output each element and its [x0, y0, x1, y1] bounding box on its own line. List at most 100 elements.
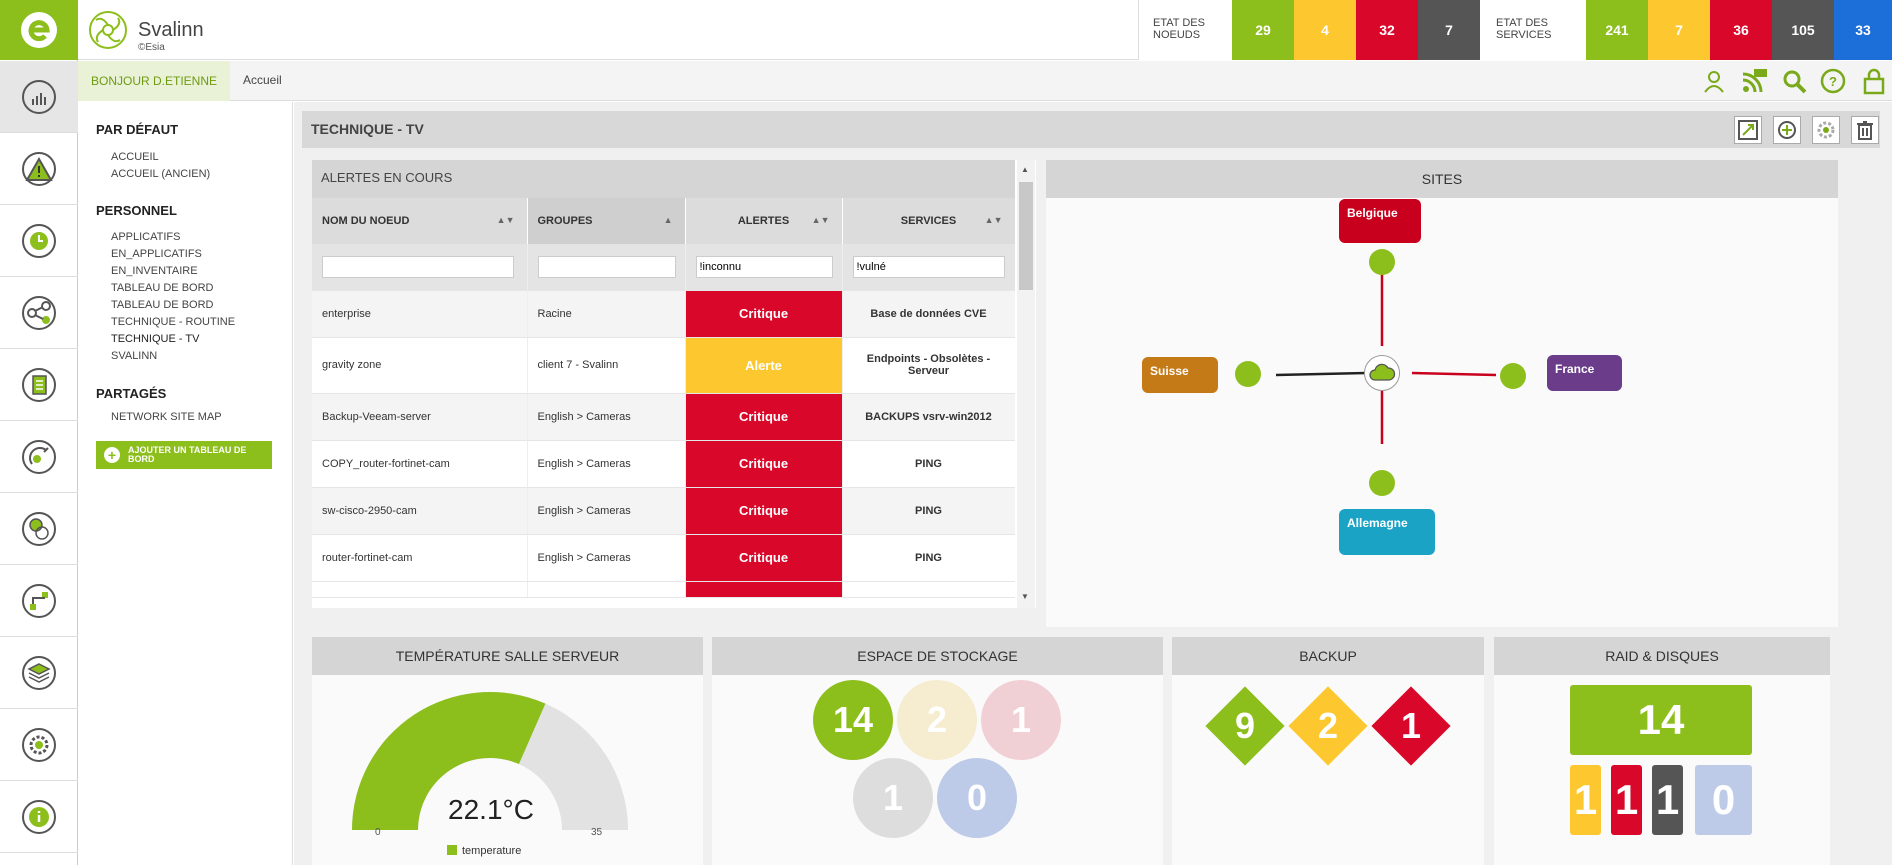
- raid-status-box[interactable]: 1: [1652, 765, 1683, 835]
- filter-services-input[interactable]: [852, 255, 1005, 278]
- column-header-services[interactable]: SERVICES ▲▼: [842, 198, 1015, 244]
- nav-info[interactable]: [0, 781, 78, 853]
- raid-status-box[interactable]: 0: [1695, 765, 1752, 835]
- dashboard-link[interactable]: NETWORK SITE MAP: [111, 411, 222, 423]
- service-state-count[interactable]: 105: [1772, 0, 1834, 60]
- breadcrumb[interactable]: Accueil: [243, 73, 282, 87]
- column-header-alerts[interactable]: ALERTES ▲▼: [685, 198, 843, 244]
- add-dashboard-button[interactable]: + AJOUTER UN TABLEAU DE BORD: [96, 441, 272, 469]
- settings-gear-icon[interactable]: [1812, 116, 1840, 144]
- dashboard-link[interactable]: EN_APPLICATIFS: [111, 248, 202, 260]
- nav-document[interactable]: [0, 349, 78, 421]
- dashboard-link[interactable]: TABLEAU DE BORD: [111, 299, 214, 311]
- node-name-cell: COPY_router-fortinet-cam: [312, 440, 528, 488]
- filter-alerts-input[interactable]: [695, 255, 833, 278]
- dashboard-title: TECHNIQUE - TV: [311, 121, 424, 137]
- help-icon[interactable]: ?: [1816, 65, 1850, 97]
- scrollbar-thumb[interactable]: [1019, 182, 1033, 290]
- storage-status-bubble[interactable]: 2: [897, 680, 977, 760]
- alert-row[interactable]: COPY_router-fortinet-cam English > Camera…: [312, 440, 1015, 488]
- column-header-groups[interactable]: GROUPES ▲: [527, 198, 686, 244]
- alert-row[interactable]: gravity zone client 7 - Svalinn Alerte Endp…: [312, 337, 1015, 394]
- node-state-count[interactable]: 29: [1232, 0, 1294, 60]
- alert-row[interactable]: enterprise Racine Critique Base de données …: [312, 290, 1015, 338]
- gauge-legend: temperature: [462, 845, 522, 857]
- nav-history[interactable]: [0, 205, 78, 277]
- delete-trash-icon[interactable]: [1851, 116, 1879, 144]
- dashboard-link[interactable]: TECHNIQUE - ROUTINE: [111, 316, 235, 328]
- default-section-title: PAR DÉFAUT: [96, 122, 179, 137]
- storage-widget-title: ESPACE DE STOCKAGE: [712, 637, 1163, 675]
- site-belgique[interactable]: Belgique: [1339, 199, 1421, 243]
- add-widget-icon[interactable]: [1773, 116, 1801, 144]
- alert-status-badge: Critique: [685, 534, 843, 582]
- lock-icon[interactable]: [1857, 65, 1891, 97]
- dashboard-link[interactable]: TECHNIQUE - TV: [111, 333, 199, 345]
- alert-row[interactable]: sw-cisco-2950-cam English > Cameras Critiq…: [312, 487, 1015, 535]
- filter-groups-input[interactable]: [537, 255, 676, 278]
- backup-widget-title: BACKUP: [1172, 637, 1484, 675]
- alert-row[interactable]: Backup-Veeam-server English > Cameras Crit…: [312, 393, 1015, 441]
- raid-status-box[interactable]: 1: [1611, 765, 1642, 835]
- site-france-status[interactable]: [1500, 363, 1526, 389]
- nav-dashboard[interactable]: [0, 61, 78, 133]
- filter-node-input[interactable]: [322, 255, 515, 278]
- service-state-count[interactable]: 36: [1710, 0, 1772, 60]
- dashboard-link[interactable]: SVALINN: [111, 350, 157, 362]
- esia-logo[interactable]: [0, 0, 78, 60]
- layers-icon: [22, 655, 56, 690]
- alerts-table-container[interactable]: NOM DU NOEUD ▲▼ GROUPES ▲ ALERTES ▲▼ SERVIC…: [312, 198, 1015, 608]
- scroll-up-icon[interactable]: ▲: [1021, 165, 1029, 174]
- site-allemagne-status[interactable]: [1369, 470, 1395, 496]
- scroll-down-icon[interactable]: ▼: [1021, 592, 1029, 601]
- nav-settings[interactable]: [0, 709, 78, 781]
- sites-widget-title: SITES: [1046, 160, 1838, 198]
- alert-row[interactable]: router-fortinet-cam English > Cameras Crit…: [312, 534, 1015, 582]
- sort-asc-icon: ▲: [663, 215, 673, 225]
- nav-share[interactable]: [0, 277, 78, 349]
- dashboard-link[interactable]: ACCUEIL (ANCIEN): [111, 168, 210, 180]
- cloud-icon[interactable]: [1364, 355, 1400, 391]
- raid-status-box[interactable]: 1: [1570, 765, 1601, 835]
- dashboard-link[interactable]: EN_INVENTAIRE: [111, 265, 198, 277]
- dashboard-link[interactable]: APPLICATIFS: [111, 231, 180, 243]
- sort-icon: ▲▼: [496, 215, 515, 225]
- site-suisse-status[interactable]: [1235, 361, 1261, 387]
- dashboard-link[interactable]: TABLEAU DE BORD: [111, 282, 214, 294]
- user-profile-icon[interactable]: [1697, 65, 1731, 97]
- raid-widget-title: RAID & DISQUES: [1494, 637, 1830, 675]
- service-state-count[interactable]: 7: [1648, 0, 1710, 60]
- history-icon: [22, 223, 56, 258]
- site-allemagne[interactable]: Allemagne: [1339, 509, 1435, 555]
- node-state-count[interactable]: 32: [1356, 0, 1418, 60]
- service-state-count[interactable]: 241: [1586, 0, 1648, 60]
- site-france[interactable]: France: [1547, 355, 1622, 391]
- nav-network[interactable]: [0, 493, 78, 565]
- user-greeting[interactable]: BONJOUR D.ETIENNE: [78, 61, 230, 101]
- raid-ok-count[interactable]: 14: [1570, 685, 1752, 755]
- storage-status-bubble[interactable]: 14: [813, 680, 893, 760]
- personal-section-title: PERSONNEL: [96, 203, 177, 218]
- service-state-count[interactable]: 33: [1834, 0, 1892, 60]
- node-state-count[interactable]: 7: [1418, 0, 1480, 60]
- site-suisse[interactable]: Suisse: [1142, 357, 1218, 393]
- service-cell: Endpoints - Obsolètes - Serveur: [842, 337, 1015, 394]
- storage-status-bubble[interactable]: 1: [853, 758, 933, 838]
- app-subtitle: ©Esia: [138, 42, 165, 53]
- column-header-node[interactable]: NOM DU NOEUD ▲▼: [312, 198, 528, 244]
- search-icon[interactable]: [1777, 65, 1811, 97]
- nav-satellite[interactable]: [0, 421, 78, 493]
- storage-status-bubble[interactable]: 0: [937, 758, 1017, 838]
- site-belgique-status[interactable]: [1369, 249, 1395, 275]
- alerts-scrollbar[interactable]: ▲ ▼: [1017, 160, 1035, 608]
- nav-layers[interactable]: [0, 637, 78, 709]
- fullscreen-icon[interactable]: [1734, 116, 1762, 144]
- dashboard-link[interactable]: ACCUEIL: [111, 151, 159, 163]
- rss-feed-icon[interactable]: [1737, 65, 1771, 97]
- node-state-count[interactable]: 4: [1294, 0, 1356, 60]
- group-cell: English > Cameras: [527, 487, 686, 535]
- alert-row-partial: [312, 581, 1015, 598]
- storage-status-bubble[interactable]: 1: [981, 680, 1061, 760]
- nav-warning[interactable]: [0, 133, 78, 205]
- nav-topology[interactable]: [0, 565, 78, 637]
